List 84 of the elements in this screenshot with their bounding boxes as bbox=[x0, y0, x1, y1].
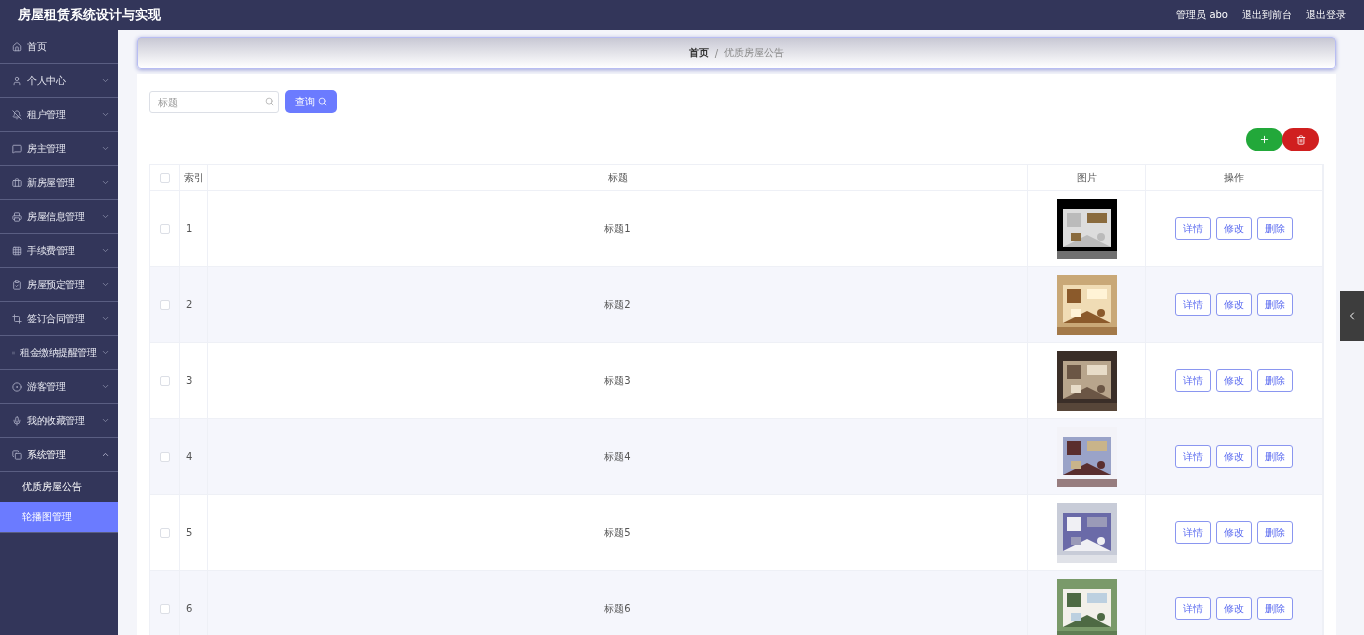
table-cell: 标题1 bbox=[604, 221, 631, 236]
table-cell: 标题3 bbox=[604, 373, 631, 388]
action-button[interactable]: 详情 bbox=[1175, 369, 1211, 392]
sidebar-item[interactable]: 系统管理 bbox=[0, 438, 118, 472]
sidebar-item[interactable]: 新房屋管理 bbox=[0, 166, 118, 200]
app-title: 房屋租赁系统设计与实现 bbox=[18, 6, 162, 24]
column-header: 操作 bbox=[1224, 170, 1244, 185]
sidebar-item[interactable]: 首页 bbox=[0, 30, 118, 64]
row-checkbox[interactable] bbox=[159, 375, 170, 386]
table-cell: 标题5 bbox=[604, 525, 631, 540]
table-cell: 4 bbox=[186, 451, 193, 462]
sidebar-item[interactable]: 房主管理 bbox=[0, 132, 118, 166]
collapse-tab[interactable] bbox=[1340, 291, 1364, 341]
search-field[interactable]: 标题 bbox=[149, 91, 279, 113]
sidebar-item[interactable]: 我的收藏管理 bbox=[0, 404, 118, 438]
breadcrumb-separator: / bbox=[714, 47, 719, 59]
delete-button[interactable] bbox=[1282, 128, 1319, 151]
sidebar-item[interactable]: 房屋信息管理 bbox=[0, 200, 118, 234]
action-button[interactable]: 详情 bbox=[1175, 521, 1211, 544]
search-icon bbox=[265, 96, 274, 106]
column-header: 图片 bbox=[1076, 170, 1097, 185]
menu-icon bbox=[12, 75, 22, 86]
submenu-item[interactable]: 优质房屋公告 bbox=[0, 472, 118, 502]
table-cell: 2 bbox=[186, 299, 193, 310]
sidebar-item[interactable]: 房屋预定管理 bbox=[0, 268, 118, 302]
sidebar-item[interactable]: 游客管理 bbox=[0, 370, 118, 404]
row-checkbox[interactable] bbox=[159, 223, 170, 234]
action-button[interactable]: 修改 bbox=[1216, 369, 1252, 392]
submenu-item[interactable]: 轮播图管理 bbox=[0, 502, 118, 533]
menu-icon bbox=[12, 41, 22, 52]
sidebar-item[interactable]: 签订合同管理 bbox=[0, 302, 118, 336]
action-button[interactable]: 详情 bbox=[1175, 293, 1211, 316]
breadcrumb-link[interactable]: 优质房屋公告 bbox=[724, 46, 785, 60]
add-button[interactable] bbox=[1246, 128, 1283, 151]
sidebar-item[interactable]: 个人中心 bbox=[0, 64, 118, 98]
sidebar-item[interactable]: 租金缴纳提醒管理 bbox=[0, 336, 118, 370]
sidebar-item[interactable]: 手续费管理 bbox=[0, 234, 118, 268]
row-checkbox[interactable] bbox=[159, 603, 170, 614]
table-cell: 5 bbox=[186, 527, 193, 538]
row-checkbox[interactable] bbox=[159, 527, 170, 538]
action-button[interactable]: 修改 bbox=[1216, 217, 1252, 240]
row-checkbox[interactable] bbox=[159, 299, 170, 310]
action-button[interactable]: 详情 bbox=[1175, 597, 1211, 620]
table-cell: 标题2 bbox=[604, 297, 631, 312]
table-cell: 3 bbox=[186, 375, 193, 386]
table-cell: 6 bbox=[186, 603, 193, 614]
row-checkbox[interactable] bbox=[159, 451, 170, 462]
menu-icon bbox=[12, 381, 22, 392]
table-cell: 标题6 bbox=[604, 601, 631, 616]
menu-icon bbox=[12, 245, 22, 256]
menu-icon bbox=[12, 449, 22, 460]
action-button[interactable]: 修改 bbox=[1216, 521, 1252, 544]
breadcrumb-link[interactable]: 首页 bbox=[688, 46, 709, 60]
table-cell: 标题4 bbox=[604, 449, 631, 464]
menu-icon bbox=[12, 109, 22, 120]
header-link[interactable]: 退出登录 bbox=[1306, 8, 1346, 22]
menu-icon bbox=[12, 415, 22, 426]
action-button[interactable]: 删除 bbox=[1257, 597, 1293, 620]
column-header: 标题 bbox=[607, 170, 628, 185]
menu-icon bbox=[12, 143, 22, 154]
action-button[interactable]: 删除 bbox=[1257, 369, 1293, 392]
action-button[interactable]: 删除 bbox=[1257, 445, 1293, 468]
header-link[interactable]: 退出到前台 bbox=[1242, 8, 1292, 22]
query-button[interactable]: 查询 bbox=[285, 90, 337, 113]
table-cell: 1 bbox=[186, 223, 193, 234]
select-all-checkbox[interactable] bbox=[159, 172, 170, 183]
menu-icon bbox=[12, 279, 22, 290]
action-button[interactable]: 删除 bbox=[1257, 293, 1293, 316]
menu-icon bbox=[12, 177, 22, 188]
action-button[interactable]: 修改 bbox=[1216, 293, 1252, 316]
menu-icon bbox=[12, 313, 22, 324]
search-icon bbox=[318, 97, 327, 106]
plus-icon bbox=[1259, 134, 1270, 145]
action-button[interactable]: 删除 bbox=[1257, 521, 1293, 544]
action-button[interactable]: 修改 bbox=[1216, 445, 1252, 468]
action-button[interactable]: 详情 bbox=[1175, 445, 1211, 468]
action-button[interactable]: 详情 bbox=[1175, 217, 1211, 240]
trash-icon bbox=[1295, 134, 1306, 145]
action-button[interactable]: 删除 bbox=[1257, 217, 1293, 240]
action-button[interactable]: 修改 bbox=[1216, 597, 1252, 620]
column-header: 索引 bbox=[183, 170, 204, 185]
menu-icon bbox=[12, 211, 22, 222]
user-label: 管理员 abo bbox=[1176, 8, 1228, 22]
sidebar-item[interactable]: 租户管理 bbox=[0, 98, 118, 132]
